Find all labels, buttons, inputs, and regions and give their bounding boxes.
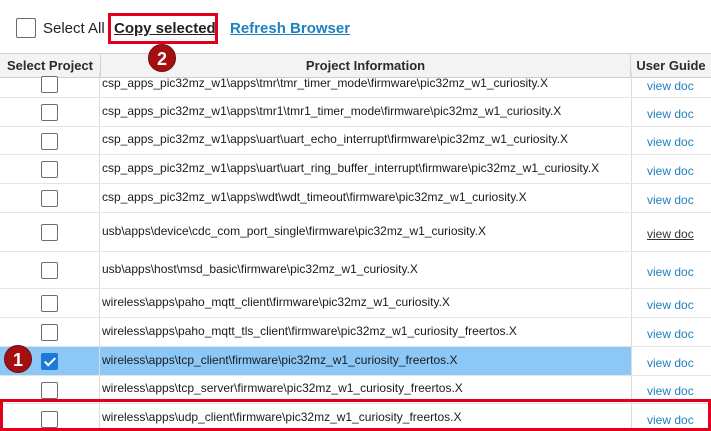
select-project-cell	[0, 127, 100, 154]
project-path-text: wireless\apps\tcp_server\firmware\pic32m…	[102, 381, 463, 395]
project-information-cell: wireless\apps\paho_mqtt_client\firmware\…	[101, 289, 631, 317]
table-row[interactable]: csp_apps_pic32mz_w1\apps\tmr1\tmr1_timer…	[0, 98, 711, 127]
select-project-checkbox[interactable]	[41, 324, 58, 341]
user-guide-cell: view doc	[631, 252, 711, 288]
project-information-cell: csp_apps_pic32mz_w1\apps\tmr\tmr_timer_m…	[101, 71, 631, 97]
user-guide-cell: view doc	[631, 347, 711, 375]
view-doc-link[interactable]: view doc	[647, 356, 694, 370]
table-row[interactable]: usb\apps\host\msd_basic\firmware\pic32mz…	[0, 252, 711, 289]
project-information-cell: csp_apps_pic32mz_w1\apps\uart\uart_echo_…	[101, 127, 631, 154]
user-guide-cell: view doc	[631, 318, 711, 346]
view-doc-link[interactable]: view doc	[647, 107, 694, 121]
user-guide-cell: view doc	[631, 98, 711, 126]
select-project-cell	[0, 252, 100, 288]
user-guide-cell: view doc	[631, 127, 711, 154]
toolbar: Select All Copy selected Refresh Browser	[0, 0, 711, 54]
select-project-cell	[0, 184, 100, 212]
select-project-checkbox[interactable]	[41, 224, 58, 241]
select-project-checkbox[interactable]	[41, 295, 58, 312]
view-doc-link[interactable]: view doc	[647, 193, 694, 207]
user-guide-cell: view doc	[631, 213, 711, 251]
table-row[interactable]: usb\apps\device\cdc_com_port_single\firm…	[0, 213, 711, 252]
select-project-checkbox[interactable]	[41, 382, 58, 399]
user-guide-cell: view doc	[631, 155, 711, 183]
select-project-cell	[0, 213, 100, 251]
project-information-cell: usb\apps\device\cdc_com_port_single\firm…	[101, 213, 631, 251]
user-guide-cell: view doc	[631, 289, 711, 317]
user-guide-cell: view doc	[631, 71, 711, 97]
project-path-text: csp_apps_pic32mz_w1\apps\uart\uart_ring_…	[102, 161, 600, 175]
select-project-cell	[0, 98, 100, 126]
select-project-checkbox[interactable]	[41, 104, 58, 121]
select-project-checkbox[interactable]	[41, 133, 58, 150]
select-project-cell	[0, 71, 100, 97]
selected-row-highlight	[0, 399, 711, 431]
project-path-text: wireless\apps\paho_mqtt_client\firmware\…	[102, 295, 450, 309]
select-project-cell	[0, 318, 100, 346]
project-path-text: wireless\apps\paho_mqtt_tls_client\firmw…	[102, 324, 517, 338]
view-doc-link[interactable]: view doc	[647, 79, 694, 93]
step-badge-1: 1	[4, 345, 32, 373]
table-row[interactable]: csp_apps_pic32mz_w1\apps\wdt\wdt_timeout…	[0, 184, 711, 213]
project-path-text: csp_apps_pic32mz_w1\apps\tmr1\tmr1_timer…	[102, 104, 562, 118]
view-doc-link[interactable]: view doc	[647, 164, 694, 178]
view-doc-link[interactable]: view doc	[647, 227, 694, 241]
project-path-text: wireless\apps\tcp_client\firmware\pic32m…	[102, 353, 458, 367]
project-path-text: csp_apps_pic32mz_w1\apps\uart\uart_echo_…	[102, 132, 569, 146]
user-guide-cell: view doc	[631, 184, 711, 212]
view-doc-link[interactable]: view doc	[647, 265, 694, 279]
table-row[interactable]: wireless\apps\paho_mqtt_tls_client\firmw…	[0, 318, 711, 347]
project-information-cell: usb\apps\host\msd_basic\firmware\pic32mz…	[101, 252, 631, 288]
table-row[interactable]: csp_apps_pic32mz_w1\apps\uart\uart_echo_…	[0, 127, 711, 155]
select-project-checkbox[interactable]	[41, 262, 58, 279]
project-table: Select Project Project Information User …	[0, 53, 711, 431]
table-row[interactable]: wireless\apps\tcp_client\firmware\pic32m…	[0, 347, 711, 376]
project-information-cell: wireless\apps\paho_mqtt_tls_client\firmw…	[101, 318, 631, 346]
step-badge-2: 2	[148, 44, 176, 72]
project-information-cell: csp_apps_pic32mz_w1\apps\uart\uart_ring_…	[101, 155, 631, 183]
table-row[interactable]: csp_apps_pic32mz_w1\apps\uart\uart_ring_…	[0, 155, 711, 184]
project-path-text: csp_apps_pic32mz_w1\apps\wdt\wdt_timeout…	[102, 190, 527, 204]
view-doc-link[interactable]: view doc	[647, 384, 694, 398]
select-project-checkbox[interactable]	[41, 190, 58, 207]
view-doc-link[interactable]: view doc	[647, 327, 694, 341]
project-path-text: usb\apps\device\cdc_com_port_single\firm…	[102, 224, 486, 238]
project-information-cell: csp_apps_pic32mz_w1\apps\tmr1\tmr1_timer…	[101, 98, 631, 126]
table-row[interactable]: wireless\apps\paho_mqtt_client\firmware\…	[0, 289, 711, 318]
project-information-cell: wireless\apps\tcp_client\firmware\pic32m…	[101, 347, 631, 375]
table-row[interactable]: csp_apps_pic32mz_w1\apps\tmr\tmr_timer_m…	[0, 71, 711, 98]
select-project-cell	[0, 289, 100, 317]
project-information-cell: csp_apps_pic32mz_w1\apps\wdt\wdt_timeout…	[101, 184, 631, 212]
project-path-text: csp_apps_pic32mz_w1\apps\tmr\tmr_timer_m…	[102, 76, 548, 90]
select-all-checkbox[interactable]	[16, 18, 36, 38]
select-all-label: Select All	[43, 20, 105, 37]
project-path-text: usb\apps\host\msd_basic\firmware\pic32mz…	[102, 262, 418, 276]
view-doc-link[interactable]: view doc	[647, 135, 694, 149]
copy-selected-highlight	[108, 13, 218, 44]
select-project-cell	[0, 155, 100, 183]
select-project-checkbox[interactable]	[41, 353, 58, 370]
select-project-checkbox[interactable]	[41, 76, 58, 93]
view-doc-link[interactable]: view doc	[647, 298, 694, 312]
refresh-browser-link[interactable]: Refresh Browser	[230, 20, 350, 37]
select-project-checkbox[interactable]	[41, 161, 58, 178]
